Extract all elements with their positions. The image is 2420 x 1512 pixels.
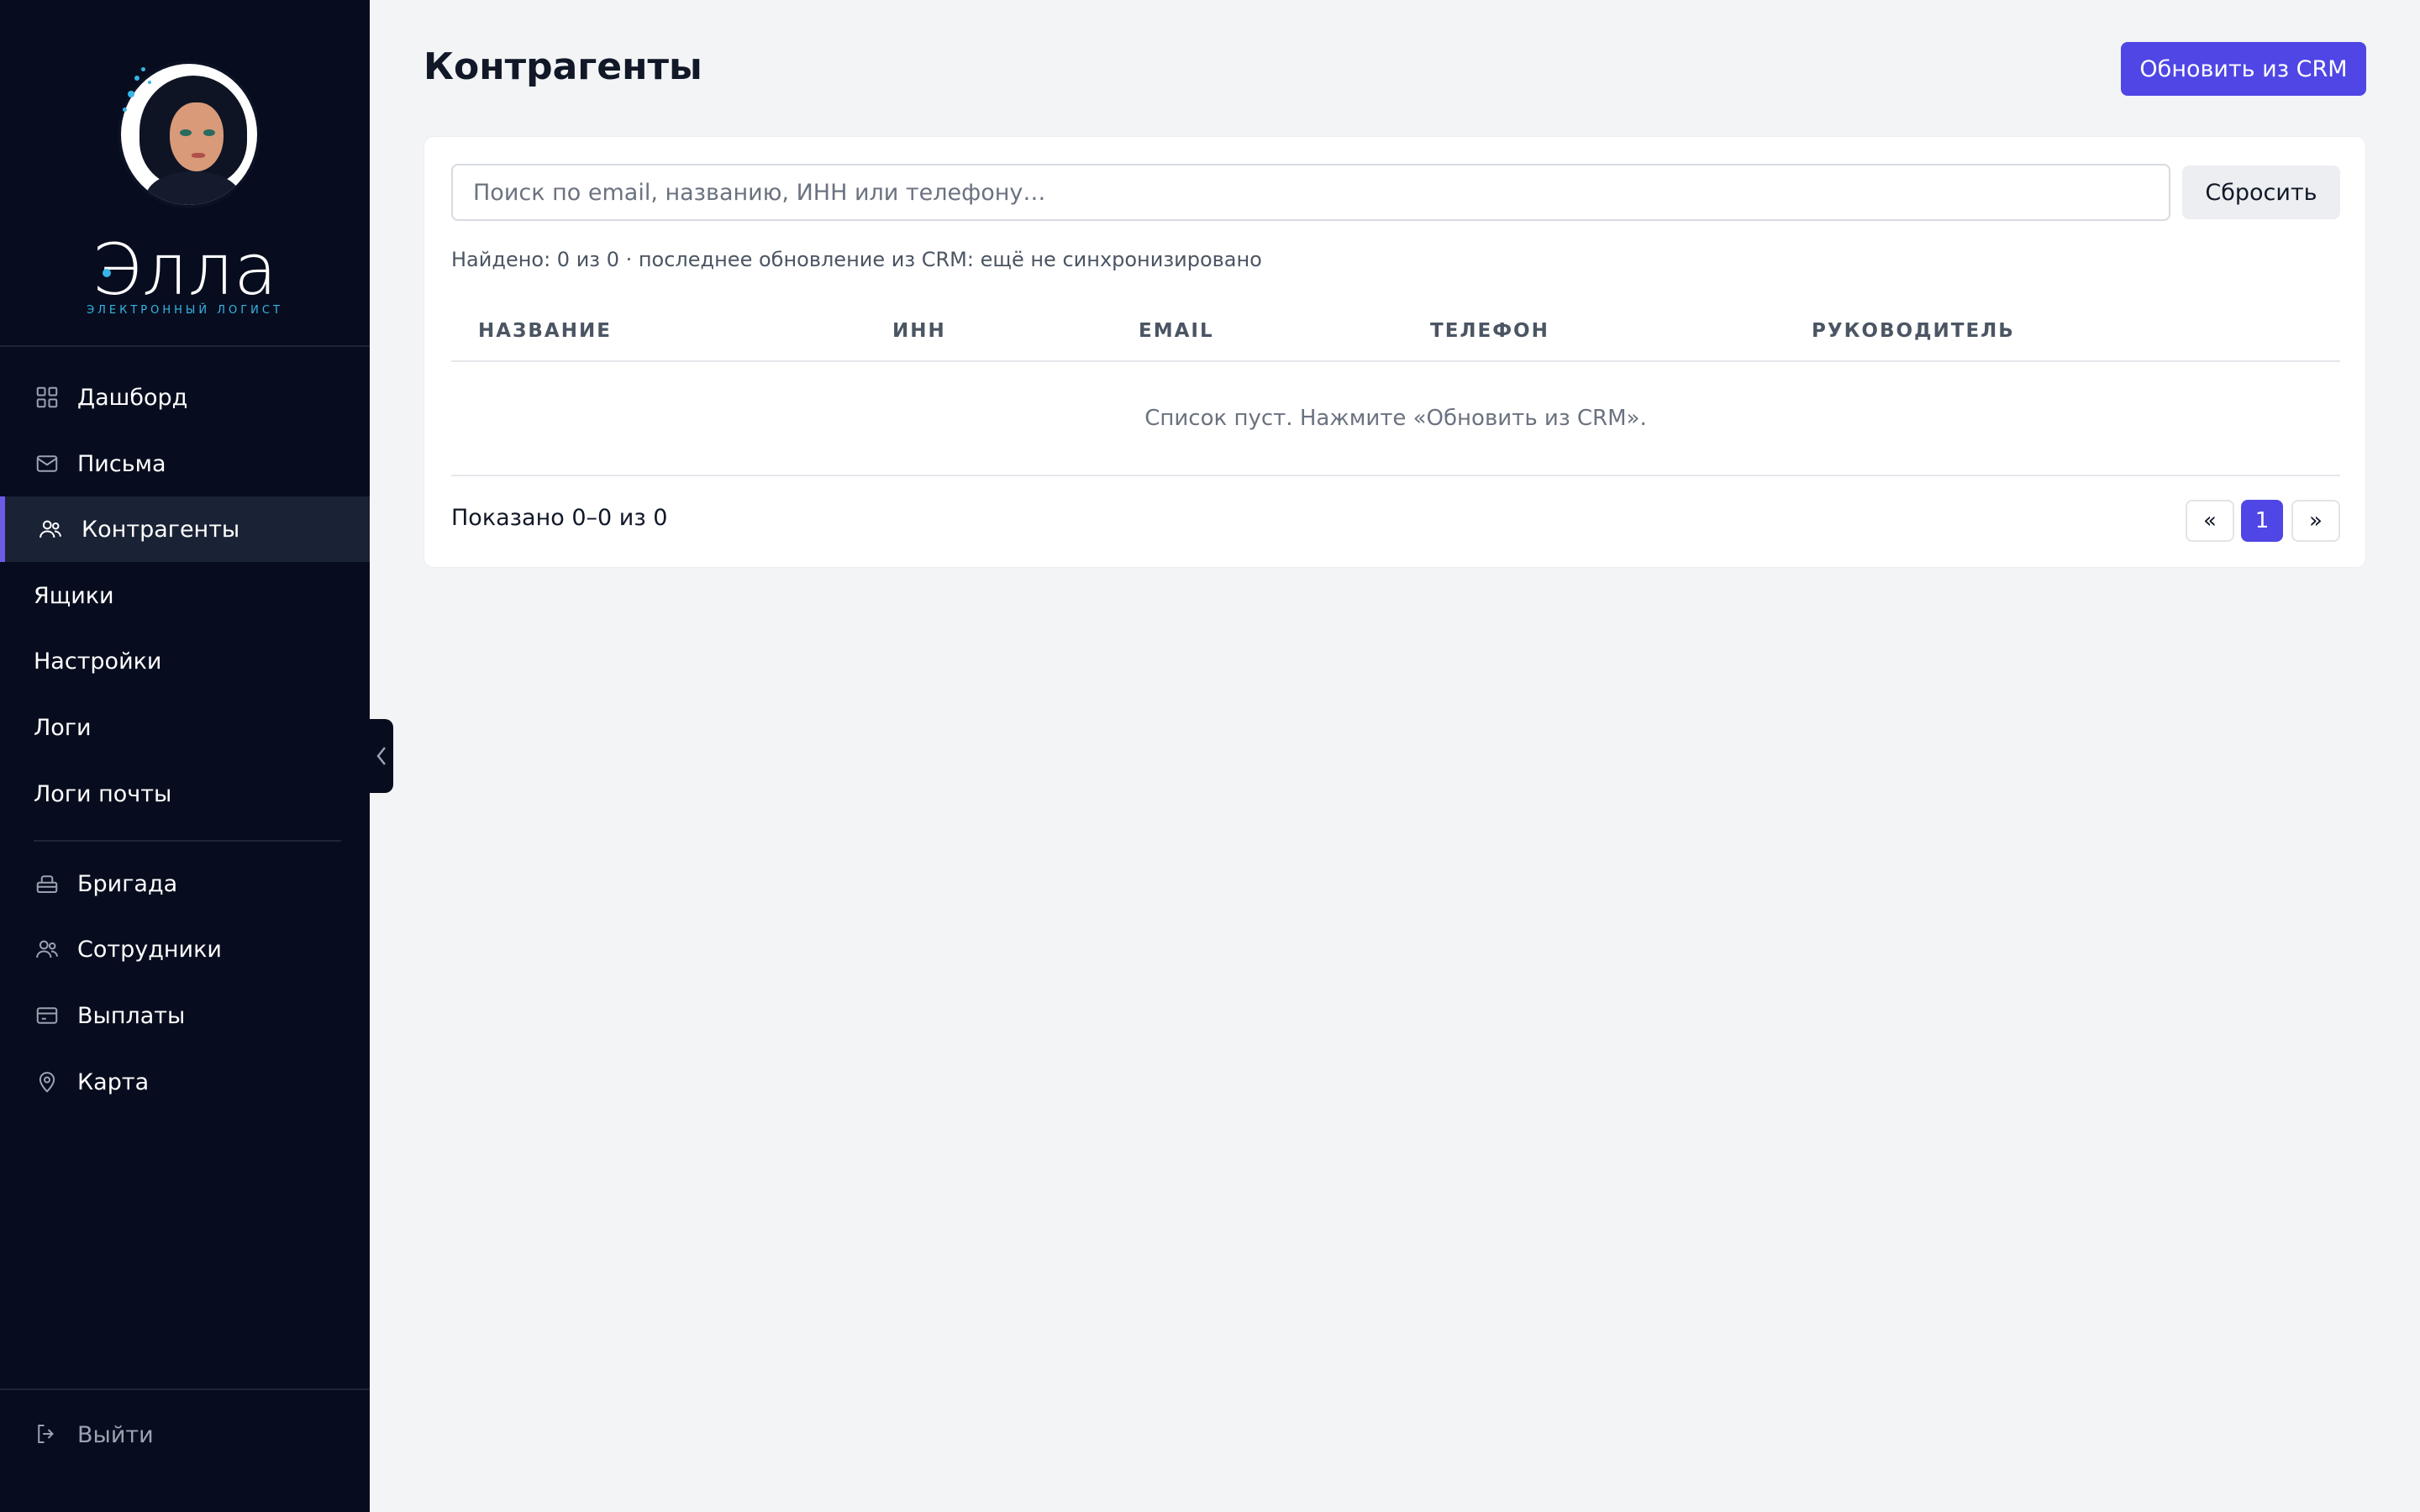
sidebar-item-label: Контрагенты bbox=[82, 516, 240, 543]
sidebar-item-label: Дашборд bbox=[77, 384, 188, 411]
sidebar-item-label: Бригада bbox=[77, 870, 178, 897]
search-input[interactable] bbox=[451, 164, 2170, 221]
column-header-email[interactable]: EMAIL bbox=[1139, 320, 1214, 342]
pagination-next-button[interactable]: » bbox=[2291, 500, 2340, 542]
page-title: Контрагенты bbox=[424, 45, 702, 88]
table-empty-state: Список пуст. Нажмите «Обновить из CRM». bbox=[451, 362, 2340, 476]
logout-button[interactable]: Выйти bbox=[0, 1403, 370, 1467]
results-summary: Найдено: 0 из 0 · последнее обновление и… bbox=[451, 248, 1262, 271]
sidebar-item-label: Сотрудники bbox=[77, 936, 222, 963]
column-header-inn[interactable]: ИНН bbox=[892, 320, 946, 342]
avatar bbox=[118, 60, 260, 208]
logout-icon bbox=[34, 1421, 60, 1448]
sidebar-item-label: Карта bbox=[77, 1068, 150, 1095]
sidebar-item-label: Письма bbox=[77, 450, 166, 477]
sidebar-item-dashboard[interactable]: Дашборд bbox=[0, 365, 370, 430]
toolbox-icon bbox=[34, 870, 60, 897]
sidebar-item-label: Настройки bbox=[34, 648, 162, 675]
sidebar-item-letters[interactable]: Письма bbox=[0, 431, 370, 496]
chevron-left-icon bbox=[376, 747, 386, 765]
employees-icon bbox=[34, 936, 60, 963]
sidebar-item-map[interactable]: Карта bbox=[0, 1049, 370, 1115]
brand-dot bbox=[103, 269, 111, 277]
table-header: НАЗВАНИЕ ИНН EMAIL ТЕЛЕФОН РУКОВОДИТЕЛЬ bbox=[451, 305, 2340, 362]
sidebar-item-label: Логи почты bbox=[34, 780, 172, 807]
sidebar-footer-divider bbox=[0, 1389, 370, 1390]
reset-button[interactable]: Сбросить bbox=[2182, 165, 2340, 219]
sidebar-item-payouts[interactable]: Выплаты bbox=[0, 983, 370, 1048]
brand-subtitle: ЭЛЕКТРОННЫЙ ЛОГИСТ bbox=[87, 304, 283, 317]
sidebar-divider bbox=[34, 840, 341, 842]
sidebar-item-mailboxes[interactable]: Ящики bbox=[0, 563, 370, 628]
counterparties-card: Сбросить Найдено: 0 из 0 · последнее обн… bbox=[424, 136, 2366, 568]
dashboard-icon bbox=[34, 384, 60, 411]
logout-label: Выйти bbox=[77, 1421, 154, 1448]
brand-logo-text: Элла bbox=[92, 228, 278, 311]
sidebar-item-label: Выплаты bbox=[77, 1002, 186, 1029]
column-header-phone[interactable]: ТЕЛЕФОН bbox=[1430, 320, 1549, 342]
sidebar: Элла ЭЛЕКТРОННЫЙ ЛОГИСТ Дашборд Письма К… bbox=[0, 0, 370, 1512]
column-header-name[interactable]: НАЗВАНИЕ bbox=[478, 320, 612, 342]
pagination-summary: Показано 0–0 из 0 bbox=[451, 505, 668, 531]
sidebar-item-label: Логи bbox=[34, 714, 92, 741]
mail-icon bbox=[34, 450, 60, 477]
pagination-page-button[interactable]: 1 bbox=[2241, 500, 2283, 542]
brand-block: Элла ЭЛЕКТРОННЫЙ ЛОГИСТ bbox=[0, 0, 370, 347]
sidebar-item-counterparties[interactable]: Контрагенты bbox=[0, 496, 370, 562]
update-from-crm-button[interactable]: Обновить из CRM bbox=[2121, 42, 2366, 96]
map-pin-icon bbox=[34, 1068, 60, 1095]
sidebar-item-label: Ящики bbox=[34, 582, 114, 609]
users-icon bbox=[37, 516, 64, 543]
sidebar-collapse-toggle[interactable] bbox=[370, 719, 393, 793]
sidebar-item-logs[interactable]: Логи bbox=[0, 695, 370, 760]
pagination-prev-button[interactable]: « bbox=[2186, 500, 2234, 542]
sidebar-item-settings[interactable]: Настройки bbox=[0, 628, 370, 694]
card-icon bbox=[34, 1002, 60, 1029]
sidebar-item-mail-logs[interactable]: Логи почты bbox=[0, 761, 370, 827]
column-header-director[interactable]: РУКОВОДИТЕЛЬ bbox=[1812, 320, 2015, 342]
sidebar-item-employees[interactable]: Сотрудники bbox=[0, 916, 370, 982]
sidebar-item-brigade[interactable]: Бригада bbox=[0, 851, 370, 916]
